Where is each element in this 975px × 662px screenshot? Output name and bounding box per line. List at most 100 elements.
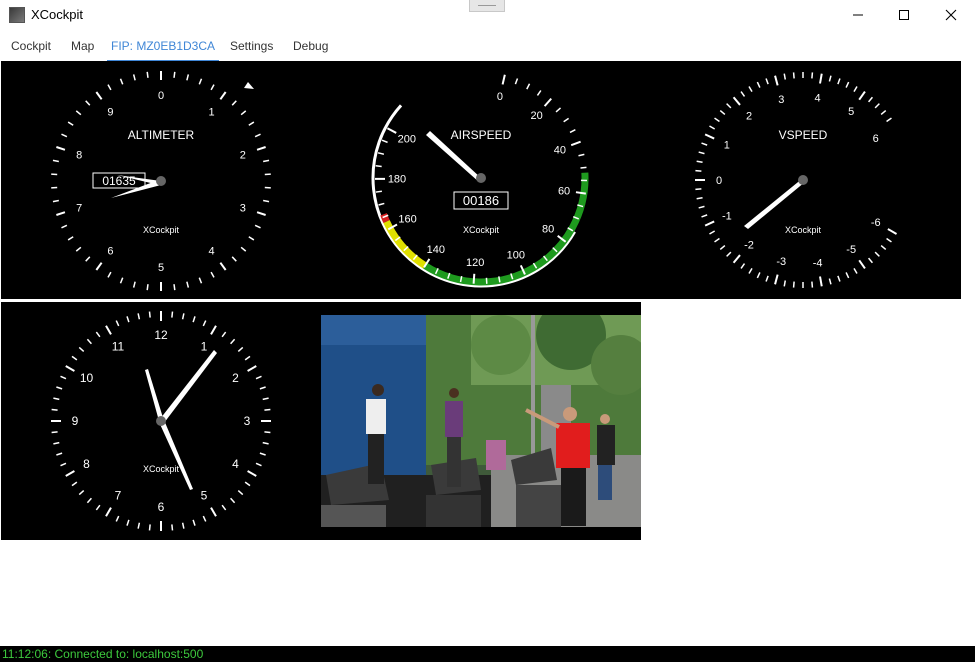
airspeed-readout: 00186 <box>463 193 499 208</box>
vspeed-tick <box>853 86 858 93</box>
drag-handle[interactable] <box>469 0 505 12</box>
clock-tick <box>105 507 112 517</box>
altimeter-hub <box>156 176 166 186</box>
clock-tick <box>78 346 85 352</box>
altimeter-tick <box>56 146 66 151</box>
clock-tick <box>230 497 236 504</box>
altimeter-tick <box>67 236 74 241</box>
tab-bar: Cockpit Map FIP: MZ0EB1D3CA Settings Deb… <box>0 31 975 62</box>
clock-tick <box>126 316 130 323</box>
airspeed-dial-label: 40 <box>554 144 566 156</box>
altimeter-tick <box>95 262 103 271</box>
altimeter-tick <box>52 159 59 163</box>
altimeter-tick <box>210 271 215 278</box>
vspeed-tick <box>740 263 746 269</box>
clock-tick <box>247 365 257 372</box>
maximize-icon <box>899 10 909 20</box>
vspeed-tick <box>811 281 814 288</box>
window-title: XCockpit <box>31 7 84 22</box>
tab-fip[interactable]: FIP: MZ0EB1D3CA <box>107 39 220 62</box>
clock-second-hand <box>159 420 193 490</box>
airspeed-tick <box>526 83 531 90</box>
altimeter-dial-label: 2 <box>240 149 246 161</box>
airspeed-title: AIRSPEED <box>451 128 512 142</box>
altimeter-tick <box>240 110 247 116</box>
close-button[interactable] <box>928 0 974 30</box>
altimeter-tick <box>263 159 270 163</box>
clock-tick <box>95 504 101 511</box>
vspeed-brand: XCockpit <box>785 225 822 235</box>
vspeed-tick <box>828 278 832 285</box>
vspeed-tick <box>732 96 741 106</box>
vspeed-tick <box>748 267 753 274</box>
airspeed-tick <box>375 165 382 168</box>
vspeed-tick <box>845 81 850 88</box>
airspeed-hub <box>476 173 486 183</box>
altimeter-tick <box>107 271 112 278</box>
airspeed-dial-label: 0 <box>497 91 503 103</box>
clock-dial-label: 7 <box>115 488 122 502</box>
clock-hour-hand <box>145 369 164 421</box>
airspeed-tick <box>578 153 585 157</box>
altimeter-tick <box>210 84 215 91</box>
clock-tick <box>148 311 151 318</box>
vspeed-tick <box>874 103 880 109</box>
altimeter-dial-label: 3 <box>240 203 246 215</box>
clock-tick <box>56 452 63 456</box>
tab-debug[interactable]: Debug <box>289 39 332 60</box>
vspeed-tick <box>696 160 703 164</box>
altimeter-tick <box>186 74 190 81</box>
clock-tick <box>53 441 60 445</box>
airspeed-dial-label: 160 <box>398 214 416 226</box>
concert-photo <box>321 315 641 527</box>
altimeter-tick <box>132 74 136 81</box>
tab-cockpit[interactable]: Cockpit <box>7 39 55 60</box>
clock-tick <box>247 470 257 477</box>
altimeter-tick <box>119 78 124 85</box>
vspeed-tick <box>756 81 761 88</box>
tab-map[interactable]: Map <box>67 39 98 60</box>
instrument-panel-top: 0123456789 ALTIMETER XCockpit 01635 0 20 4… <box>1 61 961 299</box>
clock-tick <box>237 490 244 496</box>
clock-tick <box>148 524 151 531</box>
maximize-button[interactable] <box>881 0 927 30</box>
altimeter-dial-label: 5 <box>158 262 164 274</box>
altimeter-dial-label: 1 <box>208 106 214 118</box>
altimeter-dial-label: 8 <box>76 149 82 161</box>
title-bar[interactable]: XCockpit <box>0 0 975 31</box>
vspeed-tick <box>886 117 892 123</box>
clock-dial-label: 10 <box>80 371 94 385</box>
minimize-button[interactable] <box>835 0 881 30</box>
altimeter-brand: XCockpit <box>143 225 180 235</box>
altimeter-tick <box>85 256 91 262</box>
altimeter-tick <box>146 284 149 291</box>
airspeed-dial-label: 140 <box>427 244 445 256</box>
airspeed-tick <box>386 127 397 134</box>
vspeed-tick <box>740 91 746 97</box>
altimeter-tick <box>119 277 124 284</box>
vspeed-tick <box>765 275 769 282</box>
altimeter-tick <box>254 224 261 229</box>
vspeed-dial-label: -4 <box>813 258 823 270</box>
vspeed-tick <box>792 281 795 288</box>
clock-tick <box>115 320 120 327</box>
clock-dial-label: 3 <box>244 414 251 428</box>
vspeed-dial-label: 5 <box>848 106 854 118</box>
altimeter-tick <box>254 133 261 138</box>
clock-dial-label: 12 <box>154 328 168 342</box>
vspeed-dial-label: 6 <box>873 133 879 145</box>
airspeed-dial-label: 200 <box>398 134 416 146</box>
altimeter-readout: 01635 <box>102 174 136 188</box>
vspeed-tick <box>714 237 720 243</box>
clock-tick <box>126 519 130 526</box>
clock-tick <box>255 375 262 380</box>
altimeter-tick <box>186 281 190 288</box>
tab-settings[interactable]: Settings <box>226 39 277 60</box>
clock-tick <box>60 462 67 467</box>
altimeter-tick <box>231 256 237 262</box>
vspeed-tick <box>698 151 705 155</box>
altimeter-tick <box>61 133 68 138</box>
clock-tick <box>105 325 112 335</box>
vspeed-dial-label: -1 <box>722 210 732 222</box>
altimeter-tick <box>75 110 82 116</box>
